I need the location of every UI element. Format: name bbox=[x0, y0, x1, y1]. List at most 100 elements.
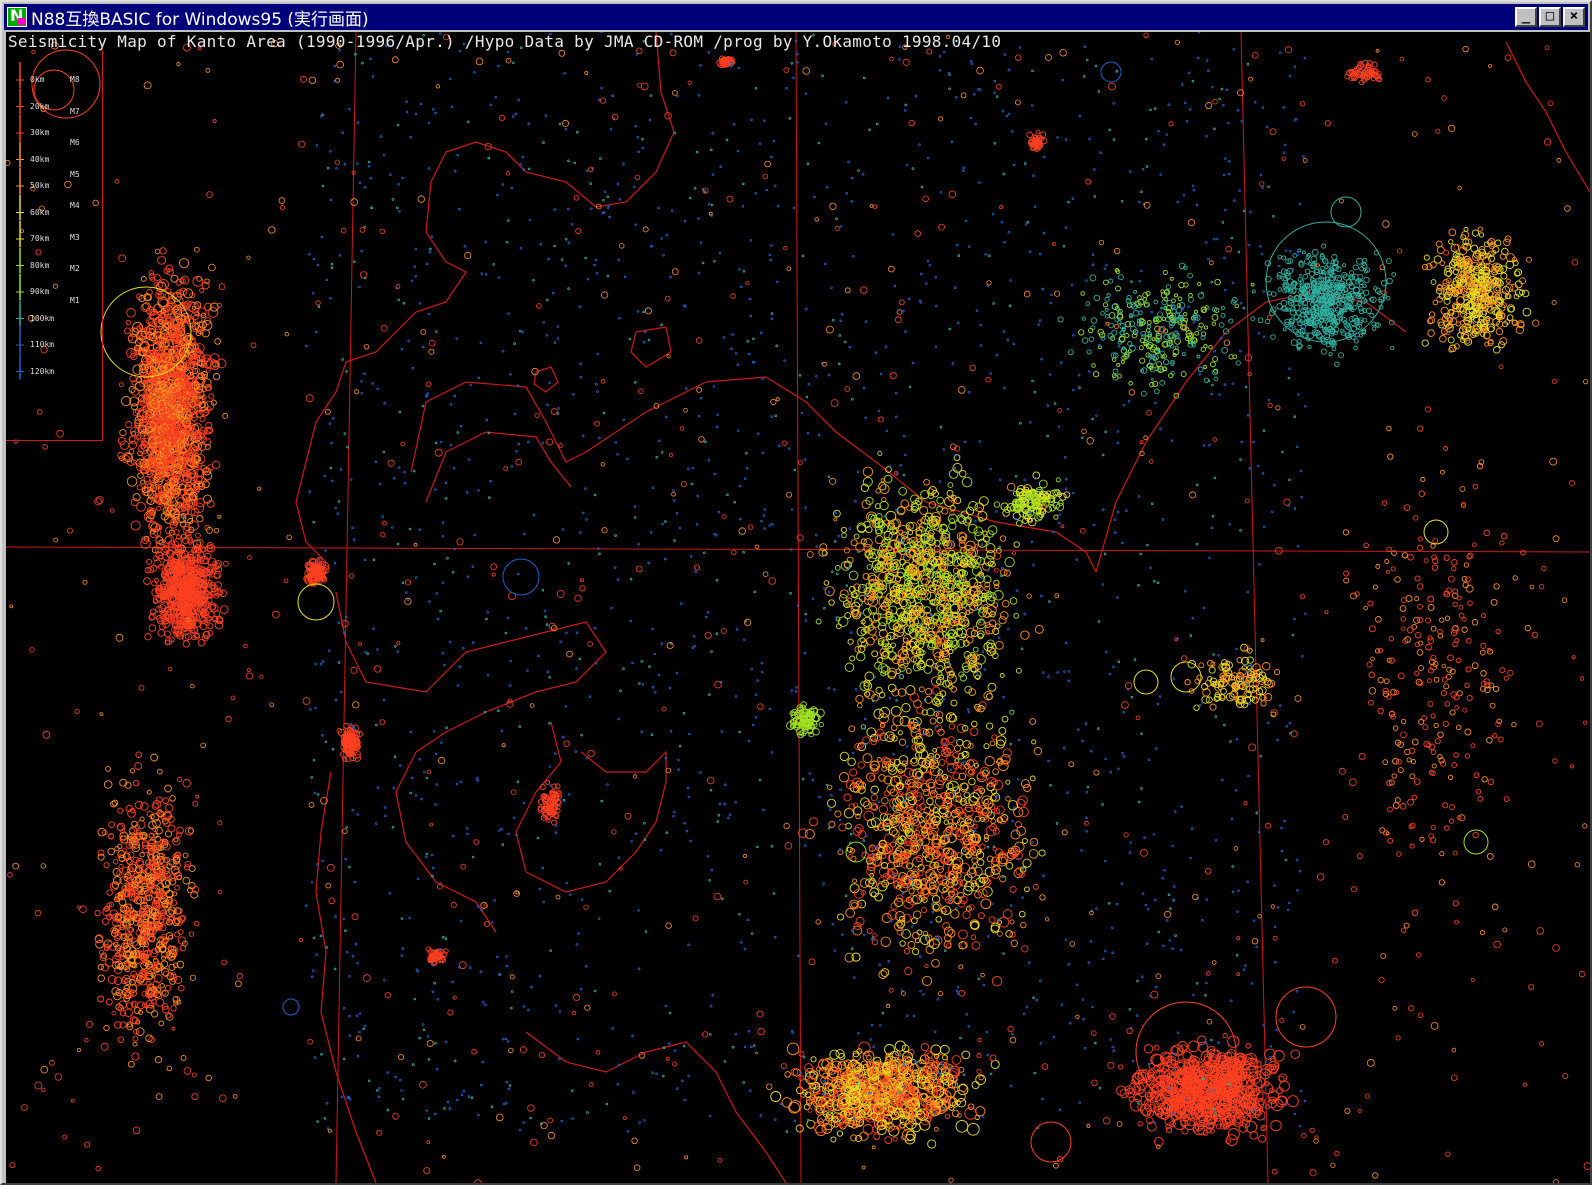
quake-marker bbox=[1007, 800, 1019, 811]
quake-marker bbox=[919, 506, 929, 515]
quake-marker bbox=[180, 275, 190, 285]
quake-marker bbox=[815, 618, 822, 625]
quake-marker bbox=[957, 929, 968, 940]
quake-marker bbox=[125, 420, 133, 429]
quake-marker bbox=[972, 646, 979, 653]
quake-marker bbox=[132, 1035, 139, 1042]
quake-marker bbox=[936, 496, 945, 505]
quake-marker bbox=[995, 805, 1005, 815]
maximize-button[interactable]: □ bbox=[1539, 7, 1561, 27]
quake-marker bbox=[881, 765, 888, 772]
quake-marker bbox=[830, 1136, 837, 1143]
quake-marker bbox=[137, 1001, 146, 1010]
quake-marker bbox=[196, 515, 204, 523]
quake-marker bbox=[137, 472, 144, 479]
quake-marker bbox=[941, 738, 947, 744]
quake-marker bbox=[942, 922, 951, 930]
quake-marker bbox=[877, 450, 883, 456]
title-bar[interactable]: N88互換BASIC for Windows95 (実行画面) _ □ × bbox=[4, 4, 1588, 30]
quake-marker bbox=[140, 479, 146, 485]
quake-marker bbox=[148, 624, 157, 632]
quake-marker bbox=[130, 520, 141, 531]
quake-marker bbox=[952, 751, 959, 759]
quake-marker bbox=[1001, 599, 1010, 608]
quake-marker bbox=[849, 655, 856, 662]
quake-marker bbox=[182, 852, 189, 859]
quake-marker bbox=[1013, 612, 1020, 619]
quake-marker bbox=[144, 633, 152, 641]
quake-marker bbox=[1031, 739, 1037, 745]
quake-marker bbox=[126, 308, 136, 318]
quake-marker bbox=[151, 580, 157, 587]
quake-marker bbox=[219, 605, 229, 614]
quake-marker bbox=[958, 989, 966, 997]
quake-marker bbox=[898, 486, 908, 496]
quake-marker bbox=[849, 768, 858, 777]
quake-marker bbox=[1061, 829, 1068, 836]
window-controls: _ □ × bbox=[1513, 7, 1585, 27]
quake-marker bbox=[992, 627, 1000, 635]
quake-marker bbox=[971, 565, 982, 576]
quake-marker bbox=[910, 757, 918, 764]
quake-marker bbox=[836, 1130, 844, 1137]
quake-marker bbox=[964, 685, 973, 694]
quake-marker bbox=[113, 992, 122, 1001]
quake-marker bbox=[970, 882, 980, 892]
quake-marker bbox=[94, 909, 101, 917]
quake-marker bbox=[921, 975, 933, 986]
quake-marker bbox=[971, 941, 981, 950]
quake-marker bbox=[862, 753, 873, 764]
quake-marker bbox=[889, 797, 900, 809]
quake-marker bbox=[865, 496, 874, 505]
quake-marker bbox=[124, 977, 132, 986]
quake-marker bbox=[111, 987, 120, 996]
quake-marker bbox=[983, 743, 990, 750]
quake-marker bbox=[786, 1042, 800, 1056]
quake-marker bbox=[126, 476, 138, 487]
quake-marker bbox=[912, 856, 923, 868]
quake-marker bbox=[918, 686, 925, 693]
quake-marker bbox=[907, 940, 916, 949]
quake-marker bbox=[1005, 861, 1014, 870]
quake-marker bbox=[153, 274, 161, 282]
quake-marker bbox=[1013, 868, 1024, 878]
quake-marker bbox=[1014, 821, 1023, 829]
quake-marker bbox=[860, 724, 867, 730]
quake-marker bbox=[1029, 718, 1037, 725]
quake-marker bbox=[157, 255, 167, 265]
quake-marker bbox=[207, 623, 214, 630]
quake-marker bbox=[883, 474, 893, 484]
coastline bbox=[1505, 41, 1590, 193]
quake-marker bbox=[103, 862, 110, 869]
quake-marker bbox=[176, 776, 183, 783]
quake-marker bbox=[998, 616, 1007, 625]
quake-marker bbox=[157, 629, 165, 637]
quake-marker bbox=[174, 884, 180, 891]
quake-marker bbox=[893, 897, 904, 907]
quake-marker bbox=[971, 1080, 980, 1090]
quake-marker bbox=[1000, 611, 1009, 620]
quake-marker bbox=[947, 736, 955, 744]
quake-marker bbox=[162, 1006, 170, 1014]
quake-marker bbox=[844, 612, 852, 620]
quake-marker bbox=[866, 928, 873, 935]
quake-marker bbox=[853, 533, 860, 540]
quake-marker bbox=[971, 720, 978, 728]
quake-marker bbox=[827, 784, 833, 790]
quake-marker bbox=[870, 891, 877, 897]
app-icon[interactable] bbox=[7, 6, 27, 27]
quake-marker bbox=[826, 798, 837, 808]
quake-marker bbox=[994, 583, 1000, 589]
quake-marker bbox=[841, 532, 847, 539]
quake-marker bbox=[999, 672, 1005, 678]
quake-marker bbox=[871, 650, 879, 658]
minimize-button[interactable]: _ bbox=[1515, 7, 1537, 27]
quake-marker bbox=[919, 934, 931, 945]
execution-canvas[interactable]: Seismicity Map of Kanto Area (1990-1996/… bbox=[6, 32, 1590, 1183]
quake-marker bbox=[875, 686, 883, 695]
quake-marker bbox=[834, 565, 841, 571]
quake-marker bbox=[131, 820, 138, 828]
close-button[interactable]: × bbox=[1563, 7, 1585, 27]
quake-marker bbox=[852, 878, 858, 884]
quake-marker bbox=[195, 532, 201, 539]
